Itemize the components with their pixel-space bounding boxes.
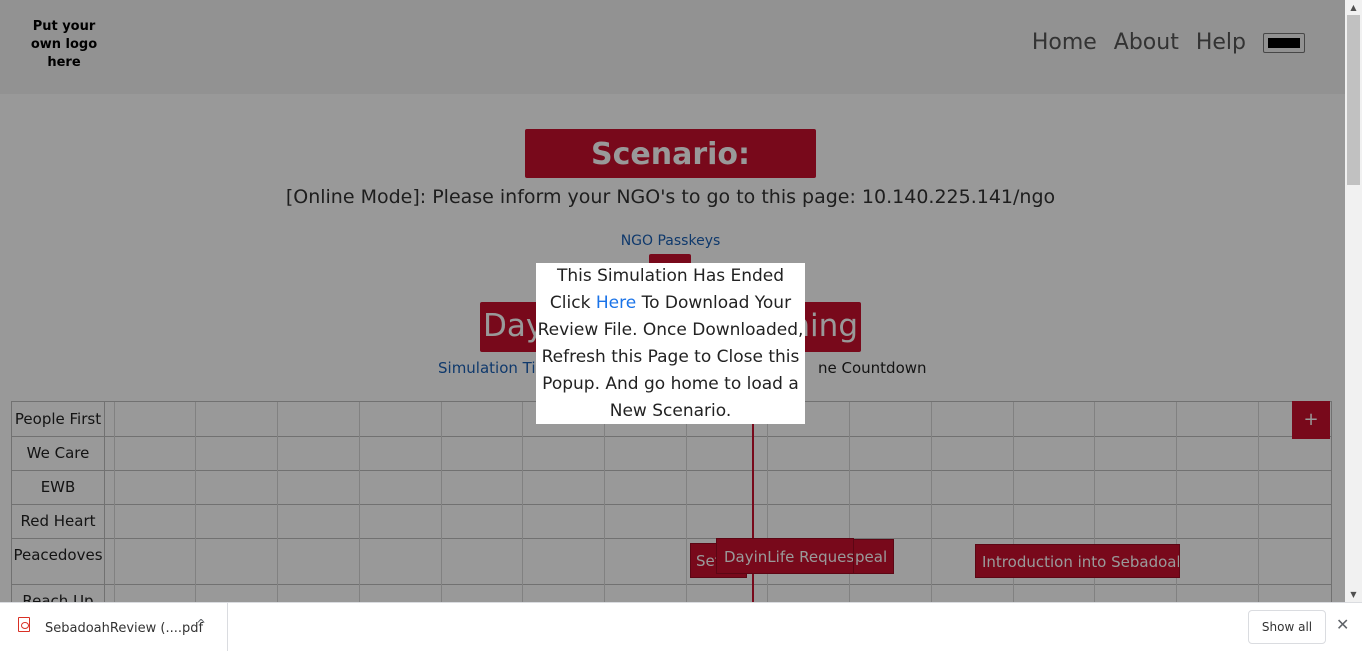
scroll-down-arrow-icon[interactable]: ▼ [1345,587,1362,602]
scrollbar-thumb[interactable] [1347,15,1360,185]
simulation-ended-popup: This Simulation Has Ended Click Here To … [536,263,805,424]
download-item[interactable]: SebadoahReview (....pdf ^ [0,603,228,651]
show-all-button[interactable]: Show all [1248,610,1326,644]
scroll-up-arrow-icon[interactable]: ▲ [1345,0,1362,15]
vertical-scrollbar[interactable]: ▲ ▼ [1345,0,1362,602]
download-file-name[interactable]: SebadoahReview (....pdf [45,621,203,636]
download-review-link[interactable]: Here [596,293,636,313]
pdf-file-icon [18,617,30,632]
chevron-up-icon[interactable]: ^ [196,617,206,631]
downloads-bar: SebadoahReview (....pdf ^ Show all ✕ [0,602,1362,651]
app-page: Put your own logo here Home About Help S… [0,0,1345,602]
close-icon[interactable]: ✕ [1336,615,1349,634]
